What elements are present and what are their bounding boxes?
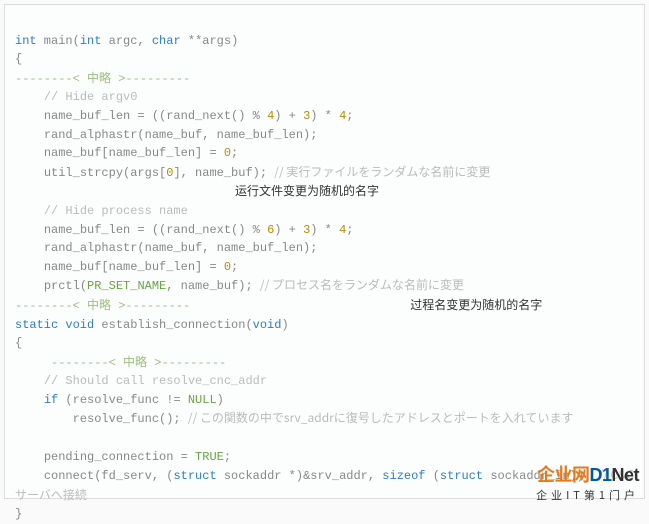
code-line: name_buf[name_buf_len] =	[15, 260, 224, 274]
keyword: struct	[173, 469, 216, 483]
code-line: , name_buf);	[166, 279, 260, 293]
comment: // プロセス名をランダムな名前に変更	[260, 276, 464, 293]
code-line: )	[217, 393, 224, 407]
code-line: ;	[231, 146, 238, 160]
code-line: sockaddr *)&srv_addr,	[217, 469, 383, 483]
logo-d1: D1	[589, 465, 611, 485]
brace: {	[15, 52, 22, 66]
code-line: ;	[231, 260, 238, 274]
code-line: (	[426, 469, 440, 483]
keyword: struct	[440, 469, 483, 483]
brace: }	[15, 507, 22, 521]
logo-brand-cn: 企业网	[537, 461, 590, 487]
keyword: void	[253, 318, 282, 332]
annotation: 过程名变更为随机的名字	[410, 296, 542, 313]
code-line: resolve_func();	[15, 412, 188, 426]
comment: // Should call resolve_cnc_addr	[44, 374, 267, 388]
divider: --------<	[15, 299, 87, 313]
comment: // 実行ファイルをランダムな名前に変更	[274, 163, 490, 180]
comment: // Hide process name	[44, 204, 188, 218]
divider-label: 中略	[123, 353, 147, 370]
text: main(	[37, 34, 80, 48]
text: argc,	[101, 34, 151, 48]
constant: NULL	[188, 393, 217, 407]
code-line: name_buf_len = ((rand_next() %	[15, 109, 267, 123]
code-line: )	[281, 318, 288, 332]
code-line: ], name_buf);	[173, 166, 274, 180]
logo-top: 企业网D1Net	[536, 461, 639, 487]
code-line: rand_alphastr(name_buf, name_buf_len);	[15, 241, 317, 255]
keyword: int	[15, 34, 37, 48]
divider-label: 中略	[87, 69, 111, 86]
code-line: pending_connection =	[15, 450, 195, 464]
code-line: ) +	[274, 223, 303, 237]
annotation: 运行文件变更为随机的名字	[235, 182, 379, 201]
code-line: ) *	[310, 109, 339, 123]
comment: // Hide argv0	[44, 90, 138, 104]
watermark-logo: 企业网D1Net 企业IT第1门户	[536, 461, 639, 503]
code-line: name_buf[name_buf_len] =	[15, 146, 224, 160]
code-line: util_strcpy(args[	[15, 166, 166, 180]
constant: PR_SET_NAME	[87, 279, 166, 293]
brace: {	[15, 336, 22, 350]
code-line: ;	[346, 223, 353, 237]
keyword: int	[80, 34, 102, 48]
number: 0	[224, 146, 231, 160]
code-line: ) +	[274, 109, 303, 123]
logo-net: Net	[611, 465, 639, 485]
divider: >---------	[111, 72, 190, 86]
keyword: if	[44, 393, 58, 407]
divider: --------<	[15, 356, 123, 370]
keyword: static void	[15, 318, 94, 332]
code-line: ) *	[310, 223, 339, 237]
code-line: connect(fd_serv, (	[15, 469, 173, 483]
comment: // この関数の中でsrv_addrに復号したアドレスとポートを入れています	[188, 409, 574, 426]
code-line: ;	[346, 109, 353, 123]
divider-label: 中略	[87, 296, 111, 313]
divider: --------<	[15, 72, 87, 86]
code-line: prctl(	[15, 279, 87, 293]
keyword: char	[152, 34, 181, 48]
code-block: int main(int argc, char **args) { ------…	[4, 4, 645, 499]
keyword: sizeof	[382, 469, 425, 483]
code-line: name_buf_len = ((rand_next() %	[15, 223, 267, 237]
code-line: establish_connection(	[94, 318, 252, 332]
logo-tagline: 企业IT第1门户	[536, 487, 639, 503]
code-line: ;	[224, 450, 231, 464]
text: **args)	[181, 34, 239, 48]
divider: >---------	[111, 299, 190, 313]
code-line: (resolve_func !=	[58, 393, 188, 407]
constant: TRUE	[195, 450, 224, 464]
divider: >---------	[147, 356, 226, 370]
code-line: rand_alphastr(name_buf, name_buf_len);	[15, 128, 317, 142]
number: 0	[224, 260, 231, 274]
